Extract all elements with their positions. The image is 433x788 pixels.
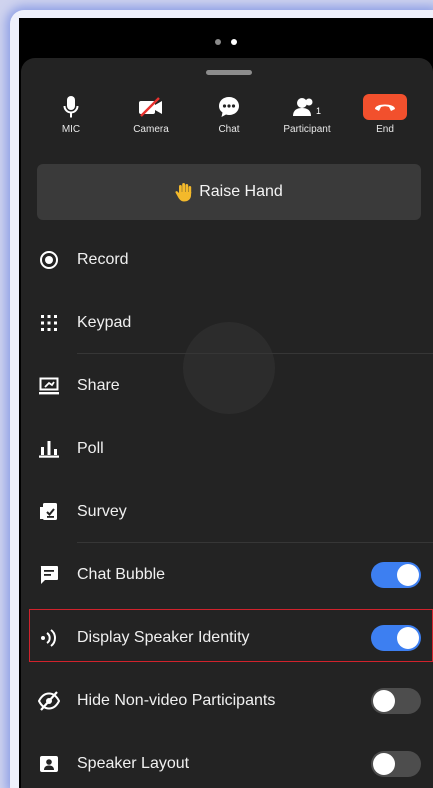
menu-item-record[interactable]: Record bbox=[21, 228, 433, 291]
end-button[interactable]: End bbox=[345, 94, 425, 140]
chat-button[interactable]: Chat bbox=[189, 94, 269, 140]
poll-icon bbox=[37, 437, 61, 461]
display-speaker-identity-toggle[interactable] bbox=[371, 624, 421, 651]
mic-label: MIC bbox=[61, 124, 81, 135]
survey-label: Survey bbox=[77, 502, 127, 520]
keypad-icon bbox=[37, 311, 61, 335]
hide-non-video-toggle[interactable] bbox=[371, 687, 421, 714]
meeting-toolbar: MIC Camera Chat 1 Participant End bbox=[21, 94, 433, 140]
share-icon bbox=[37, 374, 61, 398]
speaker-layout-toggle[interactable] bbox=[371, 750, 421, 777]
hide-video-icon bbox=[37, 689, 61, 713]
menu-item-share[interactable]: Share bbox=[21, 354, 433, 417]
options-menu: Record Keypad Share Poll Survey Chat Bub… bbox=[21, 228, 433, 788]
end-label: End bbox=[376, 124, 394, 135]
record-icon bbox=[37, 248, 61, 272]
speaker-layout-label: Speaker Layout bbox=[77, 754, 190, 772]
camera-off-icon bbox=[111, 94, 191, 120]
more-options-sheet: MIC Camera Chat 1 Participant End Raise … bbox=[21, 58, 433, 788]
mic-button[interactable]: MIC bbox=[31, 94, 111, 140]
chat-bubble-toggle[interactable] bbox=[371, 561, 421, 588]
page-dot-active[interactable] bbox=[231, 39, 237, 45]
sheet-drag-handle[interactable] bbox=[206, 70, 252, 75]
chat-label: Chat bbox=[218, 124, 240, 135]
camera-label: Camera bbox=[133, 124, 169, 135]
menu-item-survey[interactable]: Survey bbox=[21, 480, 433, 543]
hide-non-video-label: Hide Non-video Participants bbox=[77, 691, 276, 709]
menu-item-display-speaker-identity[interactable]: Display Speaker Identity bbox=[21, 606, 433, 669]
keypad-label: Keypad bbox=[77, 313, 132, 331]
mic-icon bbox=[31, 94, 111, 120]
page-indicator bbox=[19, 32, 433, 50]
participant-icon: 1 bbox=[267, 94, 347, 120]
end-call-icon bbox=[363, 94, 407, 120]
menu-item-keypad[interactable]: Keypad bbox=[21, 291, 433, 354]
page-dot[interactable] bbox=[215, 39, 221, 45]
raise-hand-button[interactable]: Raise Hand bbox=[37, 164, 421, 220]
camera-button[interactable]: Camera bbox=[111, 94, 191, 140]
chat-bubble-icon bbox=[37, 563, 61, 587]
participant-button[interactable]: 1 Participant bbox=[267, 94, 347, 140]
chat-bubble-label: Chat Bubble bbox=[77, 565, 166, 583]
participant-count: 1 bbox=[315, 106, 321, 116]
speaker-identity-icon bbox=[37, 626, 61, 650]
poll-label: Poll bbox=[77, 439, 104, 457]
raise-hand-label: Raise Hand bbox=[199, 183, 283, 200]
record-label: Record bbox=[77, 250, 129, 268]
menu-item-poll[interactable]: Poll bbox=[21, 417, 433, 480]
survey-icon bbox=[37, 500, 61, 524]
display-speaker-identity-label: Display Speaker Identity bbox=[77, 628, 250, 646]
menu-item-speaker-layout[interactable]: Speaker Layout bbox=[21, 732, 433, 788]
speaker-layout-icon bbox=[37, 752, 61, 776]
chat-icon bbox=[189, 94, 269, 120]
participant-label: Participant bbox=[283, 124, 331, 135]
menu-item-hide-non-video[interactable]: Hide Non-video Participants bbox=[21, 669, 433, 732]
menu-item-chat-bubble[interactable]: Chat Bubble bbox=[21, 543, 433, 606]
raise-hand-icon bbox=[175, 182, 193, 202]
phone-screen: MIC Camera Chat 1 Participant End Raise … bbox=[19, 18, 433, 788]
share-label: Share bbox=[77, 376, 120, 394]
